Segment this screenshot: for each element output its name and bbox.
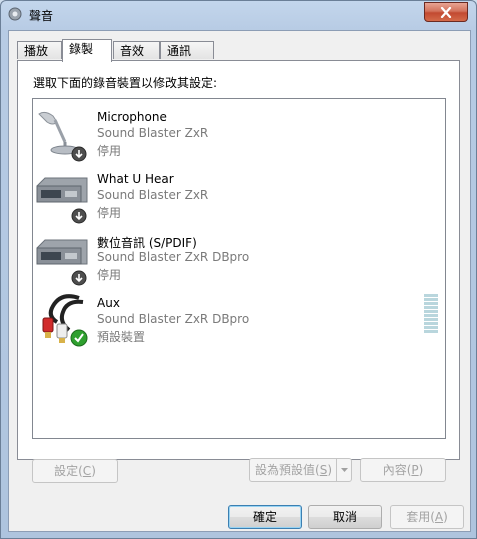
dialog-client-area: 播放 錄製 音效 通訊 選取下面的錄音裝置以修改其設定: Microphone …: [8, 30, 471, 532]
device-name: Aux: [97, 296, 120, 310]
device-product: Sound Blaster ZxR: [97, 188, 209, 202]
device-item-aux[interactable]: Aux Sound Blaster ZxR DBpro 預設裝置: [33, 288, 445, 350]
device-product: Sound Blaster ZxR: [97, 126, 209, 140]
device-status: 停用: [97, 268, 122, 282]
chevron-down-icon: [340, 468, 348, 472]
instruction-text: 選取下面的錄音裝置以修改其設定:: [33, 76, 218, 90]
device-item-spdif[interactable]: 數位音訊 (S/PDIF) Sound Blaster ZxR DBpro 停用: [33, 226, 445, 288]
tab-communications[interactable]: 通訊: [160, 41, 214, 59]
device-product: Sound Blaster ZxR DBpro: [97, 312, 250, 326]
properties-button[interactable]: 內容(P): [360, 458, 446, 482]
device-list[interactable]: Microphone Sound Blaster ZxR 停用 What U H…: [32, 98, 446, 439]
configure-button[interactable]: 設定(C): [32, 459, 118, 483]
sound-dialog-window: 聲音 播放 錄製 音效 通訊 選取下面的錄音裝置以修改其設定: Micropho…: [0, 0, 477, 539]
device-name: 數位音訊 (S/PDIF): [97, 236, 197, 250]
window-title: 聲音: [29, 9, 54, 23]
apply-button[interactable]: 套用(A): [390, 505, 464, 529]
title-bar[interactable]: 聲音: [1, 1, 476, 31]
sound-card-icon: [36, 239, 88, 286]
device-name: What U Hear: [97, 172, 174, 186]
recording-tab-panel: 選取下面的錄音裝置以修改其設定: Microphone Sound Blaste…: [17, 60, 460, 483]
input-level-meter: [424, 294, 438, 334]
device-status: 停用: [97, 144, 122, 158]
close-button[interactable]: [424, 2, 468, 22]
device-status: 預設裝置: [97, 330, 146, 344]
device-status: 停用: [97, 206, 122, 220]
tab-recording[interactable]: 錄製: [62, 39, 112, 62]
device-product: Sound Blaster ZxR DBpro: [97, 250, 250, 264]
device-item-microphone[interactable]: Microphone Sound Blaster ZxR 停用: [33, 102, 445, 164]
device-name: Microphone: [97, 110, 167, 124]
set-default-button[interactable]: 設為預設值(S): [249, 458, 352, 482]
microphone-icon: [38, 111, 87, 162]
device-item-what-u-hear[interactable]: What U Hear Sound Blaster ZxR 停用: [33, 164, 445, 226]
set-default-dropdown-arrow[interactable]: [336, 459, 351, 481]
close-icon: [440, 6, 452, 18]
cancel-button[interactable]: 取消: [308, 505, 382, 529]
ok-button[interactable]: 確定: [228, 505, 302, 529]
tab-sounds[interactable]: 音效: [113, 41, 160, 59]
rca-cable-icon: [42, 294, 88, 347]
tab-playback[interactable]: 播放: [17, 41, 62, 59]
speaker-app-icon: [8, 7, 22, 21]
sound-card-icon: [36, 177, 88, 224]
